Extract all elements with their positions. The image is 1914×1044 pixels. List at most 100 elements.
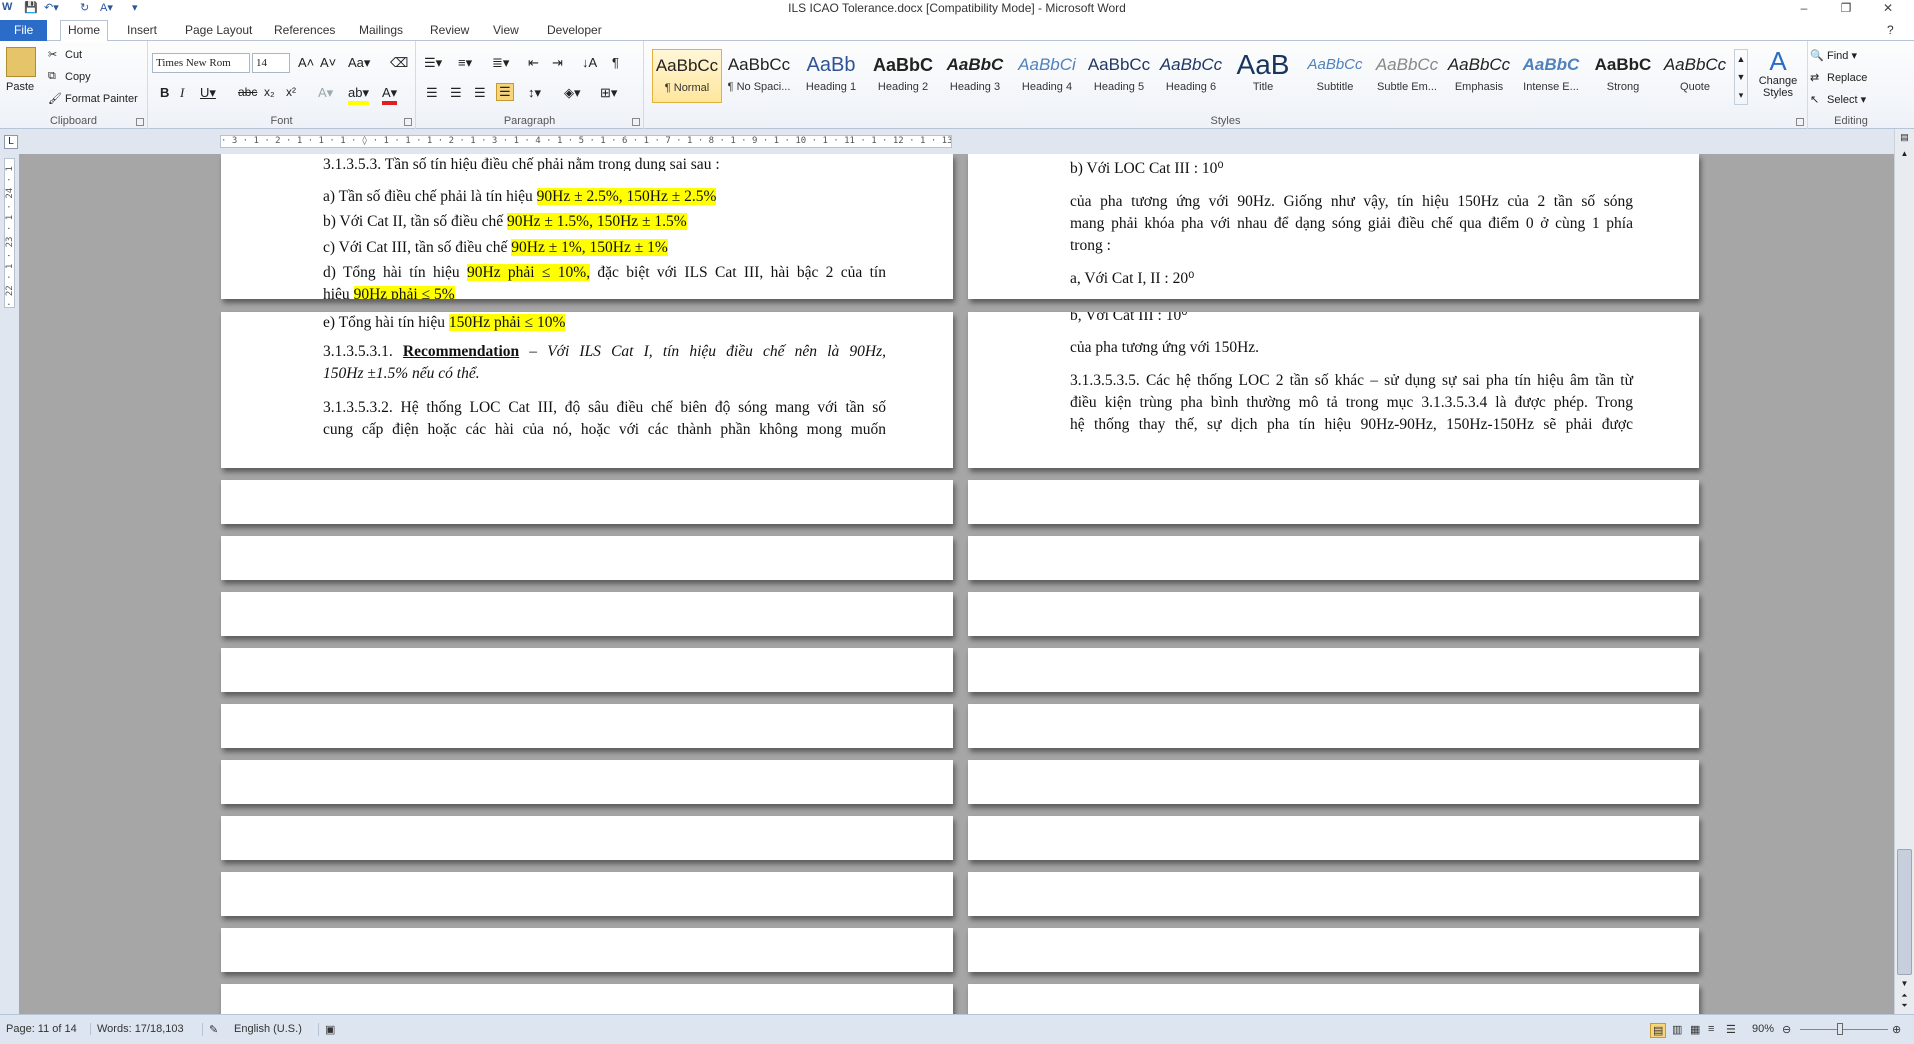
vertical-ruler[interactable]: · 22 · 1 · 23 · 1 · 24 · 1 · 25 · 1 · 26… [0,154,19,1014]
align-right-icon[interactable]: ☰ [474,85,486,101]
tab-selector-icon[interactable]: L [4,135,18,149]
show-marks-icon[interactable]: ¶ [612,55,619,70]
document-canvas[interactable]: 3.1.3.5.3. Tần số tín hiệu điều chế phải… [19,154,1894,1014]
style-heading-2[interactable]: AaBbC Heading 2 [868,49,938,103]
page [968,480,1699,524]
cut-button[interactable]: ✂ Cut [48,48,82,62]
style-intense-emphasis[interactable]: AaBbC Intense E... [1516,49,1586,103]
tab-file[interactable]: File [0,20,48,41]
zoom-level[interactable]: 90% [1752,1023,1774,1035]
proofing-icon[interactable]: ✎ [202,1023,218,1036]
align-center-icon[interactable]: ☰ [450,85,462,101]
borders-icon[interactable]: ⊞▾ [600,85,617,101]
font-color-icon[interactable]: A▾ [382,85,398,105]
scroll-up-icon[interactable]: ▲ [1897,149,1912,161]
page [221,648,953,692]
clipboard-launcher-icon[interactable] [136,118,144,126]
shading-icon[interactable]: ◈▾ [564,85,581,101]
web-layout-icon[interactable]: ▦ [1690,1023,1700,1036]
tab-references[interactable]: References [267,21,342,41]
style-normal[interactable]: AaBbCc ¶ Normal [652,49,722,103]
superscript-icon[interactable]: x² [286,85,296,99]
horizontal-ruler[interactable]: L · 3 · 1 · 2 · 1 · 1 · 1 · ◊ · 1 · 1 · … [0,129,1914,154]
style-subtle-emphasis[interactable]: AaBbCc Subtle Em... [1372,49,1442,103]
prev-page-icon[interactable]: ⏶ [1897,991,1912,1001]
decrease-indent-icon[interactable]: ⇤ [528,55,539,71]
zoom-slider-thumb[interactable] [1837,1023,1843,1035]
line-spacing-icon[interactable]: ↕▾ [528,85,541,101]
select-button[interactable]: ↖ Select ▾ [1810,93,1866,107]
page-count[interactable]: Page: 11 of 14 [6,1023,77,1035]
tab-home[interactable]: Home [60,20,109,42]
tab-mailings[interactable]: Mailings [352,21,410,41]
style-no-spacing[interactable]: AaBbCc ¶ No Spaci... [724,49,794,103]
multilevel-list-icon[interactable]: ≣▾ [492,55,509,71]
style-heading-6[interactable]: AaBbCc Heading 6 [1156,49,1226,103]
full-screen-reading-icon[interactable]: ▥ [1672,1023,1682,1036]
increase-indent-icon[interactable]: ⇥ [552,55,563,71]
clear-formatting-icon[interactable]: ⌫ [390,55,408,71]
scroll-down-icon[interactable]: ▼ [1897,979,1912,989]
zoom-out-icon[interactable]: ⊖ [1782,1023,1791,1036]
style-heading-3[interactable]: AaBbC Heading 3 [940,49,1010,103]
font-size-box[interactable]: 14 [252,53,290,73]
align-left-icon[interactable]: ☰ [426,85,438,101]
font-name-box[interactable]: Times New Rom [152,53,250,73]
tab-page-layout[interactable]: Page Layout [178,21,259,41]
copy-button[interactable]: ⧉ Copy [48,70,91,84]
style-heading-5[interactable]: AaBbCc Heading 5 [1084,49,1154,103]
replace-button[interactable]: ⇄ Replace [1810,71,1867,85]
outline-icon[interactable]: ≡ [1708,1023,1714,1035]
italic-icon[interactable]: I [180,85,184,101]
scroll-thumb[interactable] [1897,849,1912,975]
style-strong[interactable]: AaBbC Strong [1588,49,1658,103]
shrink-font-icon[interactable]: A˅ [320,55,336,70]
grow-font-icon[interactable]: A˄ [298,55,314,70]
style-title[interactable]: AaB Title [1228,49,1298,103]
zoom-in-icon[interactable]: ⊕ [1892,1023,1901,1036]
draft-icon[interactable]: ☰ [1726,1023,1736,1036]
help-icon[interactable]: ? [1880,21,1901,41]
bold-icon[interactable]: B [160,85,169,100]
change-styles-button[interactable]: A Change Styles [1752,47,1804,99]
underline-icon[interactable]: U▾ [200,85,216,101]
next-page-icon[interactable]: ⏷ [1897,1001,1912,1011]
styles-scroll-icon[interactable]: ▲ ▼ ▾ [1734,49,1748,105]
restore-button[interactable]: ❐ [1830,0,1862,17]
bullets-icon[interactable]: ☰▾ [424,55,442,71]
language-label[interactable]: English (U.S.) [234,1023,302,1035]
vertical-scrollbar[interactable]: ▤ ▲ ▼ ⏶ ⏷ [1894,129,1914,1014]
subscript-icon[interactable]: x₂ [264,85,275,99]
style-heading-4[interactable]: AaBbCi Heading 4 [1012,49,1082,103]
text-effects-icon[interactable]: A▾ [318,85,333,101]
print-layout-icon[interactable]: ▤ [1650,1023,1667,1038]
tab-insert[interactable]: Insert [120,21,164,41]
font-launcher-icon[interactable] [404,118,412,126]
find-button[interactable]: 🔍 Find ▾ [1810,49,1857,63]
style-quote[interactable]: AaBbCc Quote [1660,49,1730,103]
highlight-icon[interactable]: ab▾ [348,85,369,105]
format-painter-button[interactable]: 🖌 Format Painter [48,92,138,106]
word-count[interactable]: Words: 17/18,103 [90,1023,184,1035]
style-heading-1[interactable]: AaBb Heading 1 [796,49,866,103]
tab-review[interactable]: Review [423,21,476,41]
paragraph-launcher-icon[interactable] [632,118,640,126]
tab-developer[interactable]: Developer [540,21,609,41]
close-button[interactable]: ✕ [1872,0,1904,17]
numbering-icon[interactable]: ≡▾ [458,55,472,71]
paste-button[interactable]: Paste [6,81,34,93]
strikethrough-icon[interactable]: abc [238,85,257,99]
tab-view[interactable]: View [486,21,526,41]
page [968,536,1699,580]
style-emphasis[interactable]: AaBbCc Emphasis [1444,49,1514,103]
justify-icon[interactable]: ☰ [496,83,514,101]
sort-icon[interactable]: ↓A [582,55,597,70]
style-subtitle[interactable]: AaBbCc Subtitle [1300,49,1370,103]
ruler-toggle-icon[interactable]: ▤ [1897,129,1912,145]
styles-launcher-icon[interactable] [1796,118,1804,126]
paste-icon[interactable] [6,47,36,77]
change-case-icon[interactable]: Aa▾ [348,55,370,71]
zoom-slider[interactable] [1800,1029,1888,1030]
macro-record-icon[interactable]: ▣ [318,1023,335,1036]
minimize-button[interactable]: – [1788,0,1820,17]
